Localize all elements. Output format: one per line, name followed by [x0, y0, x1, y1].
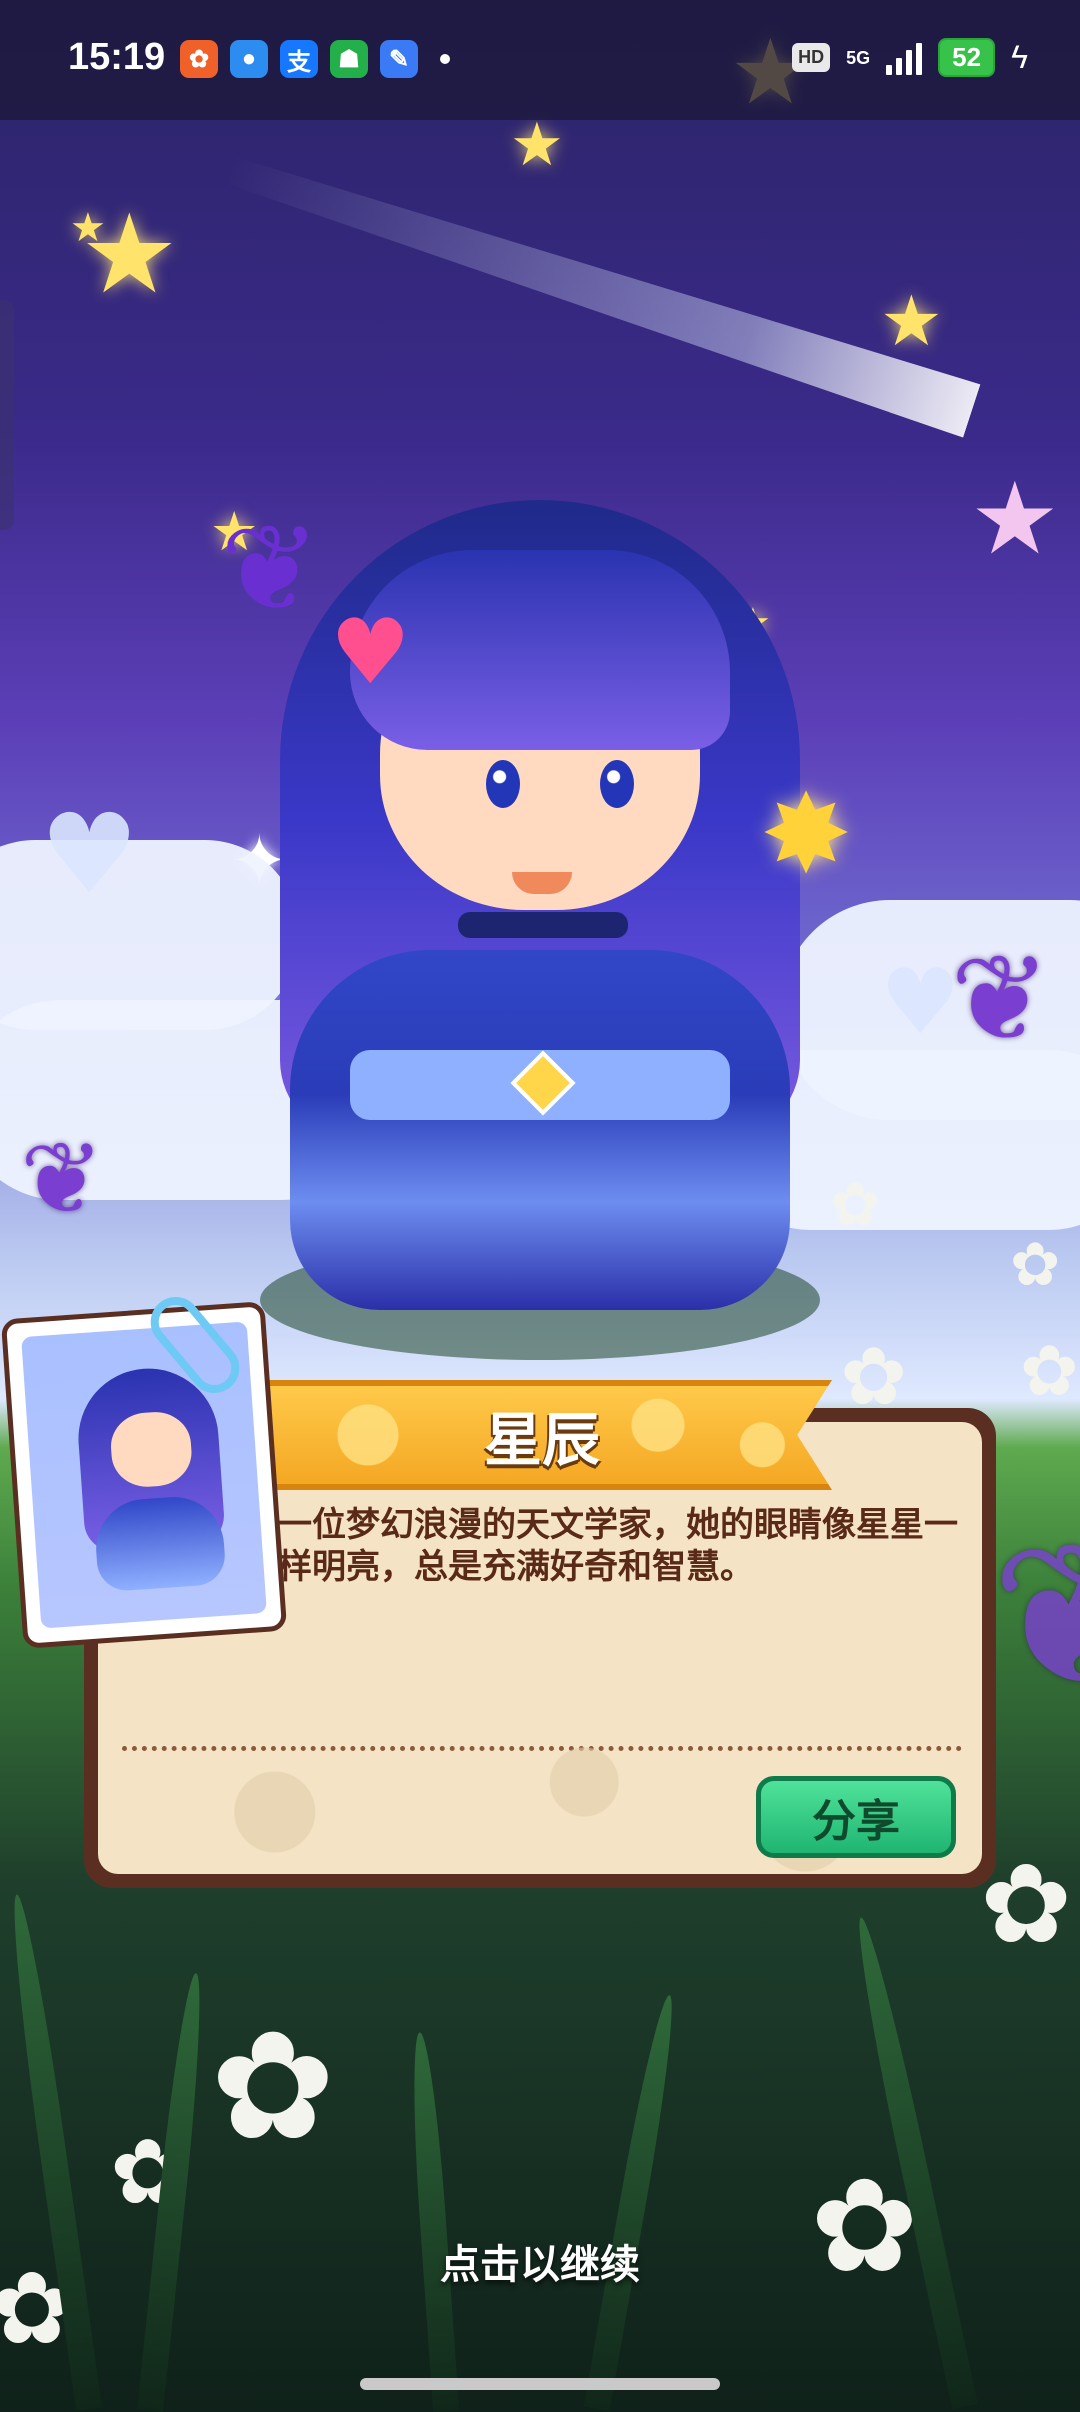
grass-blade — [406, 2031, 460, 2412]
hd-badge: HD — [792, 43, 831, 72]
grass-blade — [583, 1992, 683, 2412]
character-illustration: ❦ ♥ ✸ — [220, 480, 860, 1380]
home-indicator[interactable] — [360, 2378, 720, 2390]
name-banner: 星辰 — [252, 1380, 832, 1490]
daisy-icon: ✿ — [1020, 1330, 1079, 1412]
star-icon: ✸ — [760, 770, 853, 898]
character-choker — [458, 912, 628, 938]
character-eye-right — [600, 760, 634, 808]
star-icon: ★ — [970, 460, 1060, 577]
heart-icon: ♥ — [40, 790, 139, 918]
butterfly-icon: ❦ — [20, 1120, 104, 1237]
butterfly-icon: ❦ — [990, 1500, 1080, 1733]
app-icon-3: 支 — [280, 40, 318, 78]
game-scene[interactable]: ★ ★ ★ ★ ★ ★ ★ ★ ✦ ✦ ✦ ✦ ♥ ♥ ❦ ❦ ❦ ✿ ✿ ✿ … — [0, 0, 1080, 2412]
character-portrait-card — [0, 1301, 288, 1649]
butterfly-icon: ❦ — [950, 930, 1051, 1069]
heart-icon: ♥ — [880, 950, 961, 1055]
more-notifications-dot — [440, 54, 450, 64]
star-icon: ★ — [510, 110, 564, 180]
star-icon: ★ — [880, 280, 943, 362]
signal-icon — [886, 41, 923, 75]
battery-level: 52 — [938, 38, 996, 77]
status-indicators: HD 5G 52 ϟ — [792, 38, 1028, 77]
character-dress — [290, 950, 790, 1310]
network-type: 5G — [846, 47, 871, 68]
share-button[interactable]: 分享 — [756, 1776, 956, 1858]
daisy-icon: ✿ — [210, 2000, 336, 2174]
app-icon-1: ✿ — [180, 40, 218, 78]
daisy-icon: ✿ — [1010, 1230, 1061, 1300]
charging-icon: ϟ — [1011, 39, 1028, 75]
shooting-star — [208, 103, 993, 477]
status-bar: 15:19 ✿ ● 支 ☗ ✎ HD 5G 52 ϟ — [0, 0, 1080, 120]
star-icon: ★ — [70, 205, 106, 251]
app-icon-5: ✎ — [380, 40, 418, 78]
notification-icons: ✿ ● 支 ☗ ✎ — [180, 40, 450, 78]
tap-to-continue[interactable]: 点击以继续 — [0, 2232, 1080, 2290]
app-icon-4: ☗ — [330, 40, 368, 78]
status-time: 15:19 — [68, 36, 166, 78]
side-drawer-handle[interactable] — [0, 300, 14, 530]
app-icon-2: ● — [230, 40, 268, 78]
character-description: 一位梦幻浪漫的天文学家，她的眼睛像星星一样明亮，总是充满好奇和智慧。 — [278, 1505, 958, 1587]
heart-icon: ♥ — [330, 600, 411, 705]
dotted-divider — [122, 1746, 962, 1751]
bow-icon: ❦ — [220, 500, 321, 639]
character-eye-left — [486, 760, 520, 808]
character-name: 星辰 — [483, 1406, 600, 1474]
